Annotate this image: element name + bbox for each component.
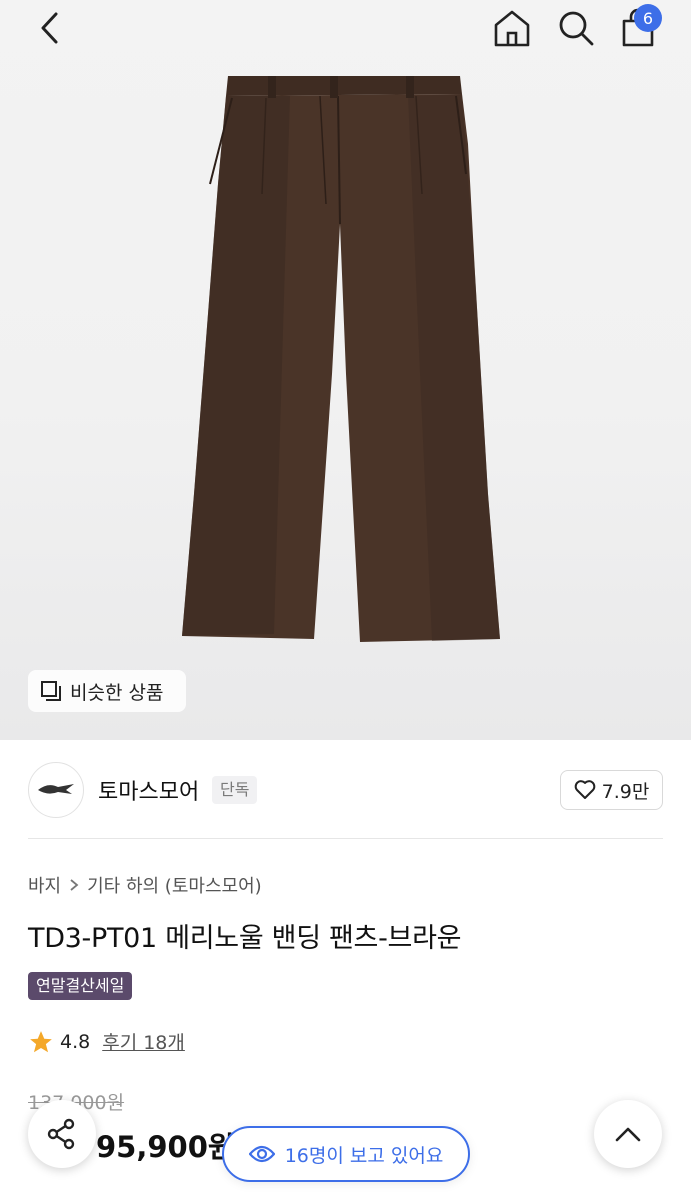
home-icon	[494, 10, 530, 47]
brand-logo-icon	[38, 784, 74, 794]
brand-logo[interactable]	[28, 762, 84, 818]
product-image-area[interactable]: 6 비슷한 상품	[0, 0, 691, 740]
sale-price: 95,900원	[96, 1130, 235, 1164]
search-button[interactable]	[554, 6, 598, 50]
cart-count-badge: 6	[634, 4, 662, 32]
similar-products-button[interactable]: 비슷한 상품	[28, 670, 186, 712]
promo-badge: 연말결산세일	[28, 972, 133, 1000]
viewers-text: 16명이 보고 있어요	[284, 1144, 444, 1167]
rating-value: 4.8	[60, 1030, 91, 1053]
search-icon	[559, 11, 594, 46]
divider	[28, 838, 663, 839]
breadcrumb-item[interactable]: 기타 하의 (토마스모어)	[87, 872, 262, 898]
share-icon	[47, 1118, 75, 1150]
exclusive-tag: 단독	[212, 776, 258, 804]
similar-products-label: 비슷한 상품	[70, 681, 164, 704]
review-link[interactable]: 후기 18개	[102, 1028, 185, 1055]
like-count: 7.9만	[601, 780, 650, 803]
chevron-right-icon	[70, 879, 79, 891]
home-button[interactable]	[490, 6, 534, 50]
brand-row: 토마스모어 단독 7.9만	[0, 740, 691, 840]
back-button[interactable]	[30, 8, 70, 48]
scroll-top-button[interactable]	[594, 1100, 662, 1168]
breadcrumb-item[interactable]: 바지	[28, 872, 61, 898]
share-button[interactable]	[28, 1100, 96, 1168]
product-title: TD3-PT01 메리노울 밴딩 팬츠-브라운	[28, 923, 462, 954]
similar-icon	[41, 681, 61, 701]
back-icon	[41, 12, 58, 44]
chevron-up-icon	[615, 1127, 641, 1142]
top-nav-bar: 6	[0, 0, 691, 60]
eye-icon	[248, 1145, 275, 1163]
like-button[interactable]: 7.9만	[560, 770, 663, 810]
brand-name[interactable]: 토마스모어	[98, 774, 199, 806]
breadcrumb: 바지 기타 하의 (토마스모어)	[28, 872, 262, 898]
rating-row: 4.8 후기 18개	[28, 1028, 185, 1055]
viewers-indicator[interactable]: 16명이 보고 있어요	[222, 1126, 470, 1182]
star-icon	[30, 1030, 52, 1052]
product-image	[182, 76, 500, 642]
heart-icon	[574, 780, 595, 799]
